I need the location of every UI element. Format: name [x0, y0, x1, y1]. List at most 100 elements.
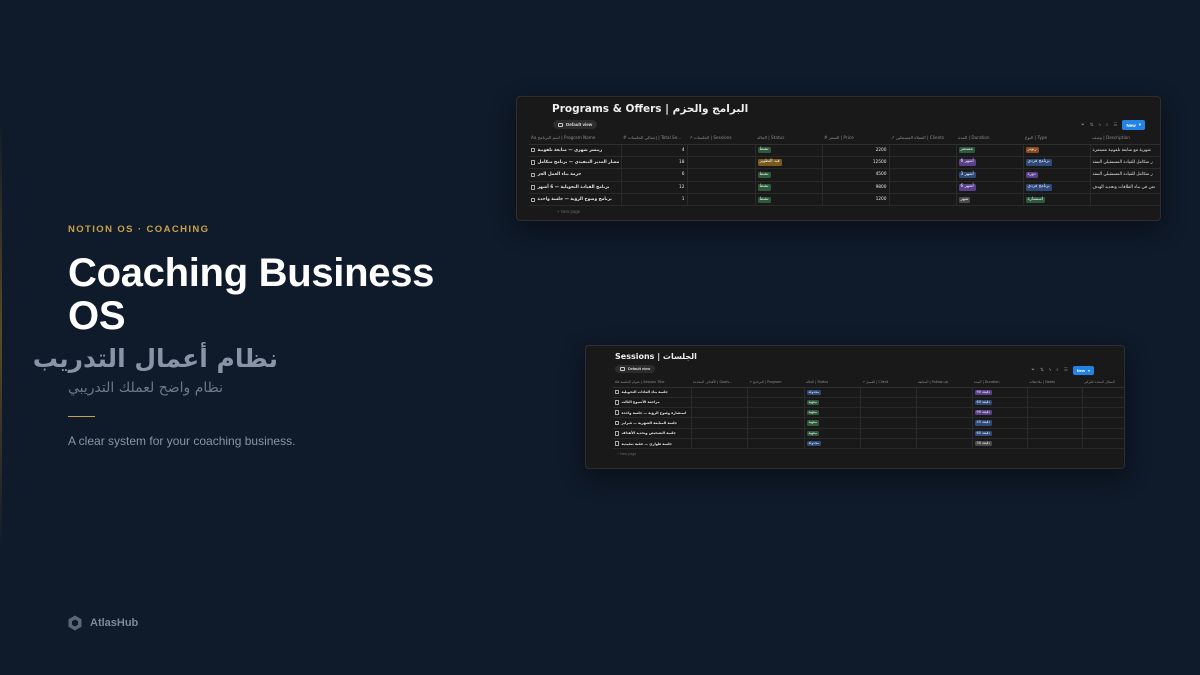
status-cell[interactable]: منتهية: [803, 428, 860, 439]
clients-relation-cell[interactable]: [888, 193, 956, 207]
title-cell[interactable]: زيتشر شهري — متابعة تلفونية: [529, 144, 621, 157]
sort-icon[interactable]: ⇅: [1040, 368, 1044, 373]
column-header[interactable]: ↗ العملاء المسجلين | Clients: [889, 132, 956, 145]
new-button[interactable]: New ▾: [1072, 366, 1094, 375]
title-cell[interactable]: جلسة المتابعة الشهرية — فبراير: [613, 417, 691, 429]
sessions-relation-cell[interactable]: [686, 193, 755, 207]
settings-icon[interactable]: ☰: [1064, 368, 1068, 373]
new-page-button[interactable]: + New page: [557, 209, 580, 214]
price-cell[interactable]: 9800: [821, 181, 889, 195]
column-header[interactable]: ملاحظات | Notes: [1027, 377, 1082, 388]
default-view-tab[interactable]: Default view: [553, 120, 598, 129]
column-header[interactable]: الحالة | Status: [804, 377, 860, 388]
focus-area-cell[interactable]: [1081, 407, 1124, 419]
title-cell[interactable]: استشارة وضوح الرؤية — جلسة واحدة: [613, 407, 691, 419]
column-header[interactable]: وصف | Description: [1090, 132, 1160, 145]
table-row[interactable]: جلسة بناء العادات التحويلية مجدولة دقيقة 9…: [613, 387, 1124, 398]
type-cell[interactable]: زبونر: [1022, 144, 1090, 157]
new-page-button[interactable]: + New page: [617, 452, 636, 456]
notes-cell[interactable]: [1026, 407, 1082, 419]
goals-cell[interactable]: [690, 387, 747, 398]
client-relation-cell[interactable]: [859, 417, 916, 429]
goals-cell[interactable]: [690, 407, 747, 419]
sessions-relation-cell[interactable]: [686, 181, 755, 195]
type-cell[interactable]: برنامج فردي: [1022, 181, 1090, 195]
title-cell[interactable]: مراجعة الأسبوع الثالث: [613, 397, 691, 409]
focus-area-cell[interactable]: [1081, 438, 1124, 450]
description-cell[interactable]: تعن في بناء الطاقات وتحديد الهدف: [1089, 181, 1160, 195]
duration-cell[interactable]: شهر: [955, 193, 1023, 207]
table-row[interactable]: جلسة طوارئ — عقبة تنفيذية مجدولة دقيقة 30: [613, 438, 1124, 450]
column-header[interactable]: Aa عنوان الجلسة | Session Title: [613, 377, 691, 388]
title-cell[interactable]: حزمة بناء العمل الحر: [529, 168, 621, 182]
duration-cell[interactable]: أشهر 6: [955, 181, 1023, 195]
notes-cell[interactable]: [1026, 428, 1082, 439]
table-row[interactable]: مسار المدير التنفيذي — برنامج متكامل 18 قي…: [529, 156, 1160, 170]
filter-icon[interactable]: ⏷: [1081, 122, 1085, 128]
column-header[interactable]: المدة | Duration: [956, 132, 1023, 145]
type-cell[interactable]: برنامج فردي: [1022, 156, 1090, 170]
price-cell[interactable]: 4500: [821, 168, 889, 182]
column-header[interactable]: النوع | Type: [1023, 132, 1090, 145]
program-relation-cell[interactable]: [746, 387, 804, 398]
column-header[interactable]: الأهداف المحددة | Goals...: [691, 377, 747, 388]
column-header[interactable]: المجال المحدد للتركيز: [1082, 377, 1124, 388]
sessions-relation-cell[interactable]: [686, 144, 755, 157]
clients-relation-cell[interactable]: [888, 156, 956, 170]
focus-area-cell[interactable]: [1081, 387, 1124, 398]
goals-cell[interactable]: [690, 428, 747, 439]
status-cell[interactable]: نشط: [754, 168, 822, 182]
clients-relation-cell[interactable]: [888, 181, 956, 195]
goals-cell[interactable]: [690, 438, 747, 450]
notes-cell[interactable]: [1026, 438, 1082, 450]
status-cell[interactable]: نشط: [754, 144, 822, 157]
focus-area-cell[interactable]: [1081, 428, 1124, 439]
column-header[interactable]: Aa اسم البرنامج | Program Name: [529, 132, 621, 145]
title-cell[interactable]: برنامج وضوح الرؤية — جلسة واحدة: [529, 193, 621, 207]
default-view-tab[interactable]: Default view: [615, 365, 656, 373]
follow-up-cell[interactable]: [915, 417, 972, 429]
duration-cell[interactable]: دقيقة 90: [971, 407, 1027, 419]
sort-icon[interactable]: ⇅: [1090, 122, 1094, 128]
duration-cell[interactable]: أشهر 6: [955, 156, 1023, 170]
client-relation-cell[interactable]: [859, 397, 916, 409]
status-cell[interactable]: منتهية: [803, 417, 860, 429]
column-header[interactable]: المدة | Duration: [972, 377, 1027, 388]
status-cell[interactable]: مجدولة: [803, 438, 860, 450]
follow-up-cell[interactable]: [915, 397, 972, 409]
description-cell[interactable]: [1089, 193, 1160, 207]
sessions-relation-cell[interactable]: [686, 168, 755, 182]
follow-up-cell[interactable]: [915, 428, 972, 439]
notes-cell[interactable]: [1026, 397, 1082, 409]
column-header[interactable]: ↗ البرنامج | Program: [747, 377, 804, 388]
table-row[interactable]: جلسة التشخيص وتحديد الأهداف منتهية دقيقة 6…: [613, 428, 1124, 439]
new-button[interactable]: New ▾: [1122, 120, 1145, 130]
column-header[interactable]: الحالة | Status: [755, 132, 822, 145]
search-icon[interactable]: ⌕: [1056, 368, 1059, 373]
client-relation-cell[interactable]: [859, 407, 916, 419]
clients-relation-cell[interactable]: [888, 144, 956, 157]
notes-cell[interactable]: [1026, 387, 1082, 398]
status-cell[interactable]: مجدولة: [803, 387, 860, 398]
price-cell[interactable]: 12500: [821, 156, 889, 170]
goals-cell[interactable]: [690, 397, 747, 409]
clients-relation-cell[interactable]: [888, 168, 956, 182]
title-cell[interactable]: جلسة طوارئ — عقبة تنفيذية: [613, 438, 691, 450]
total-sessions-cell[interactable]: 1: [620, 193, 687, 207]
column-header[interactable]: ↗ الجلسات | Sessions: [687, 132, 755, 145]
duration-cell[interactable]: دقيقة 45: [971, 417, 1027, 429]
notes-cell[interactable]: [1026, 417, 1082, 429]
program-relation-cell[interactable]: [746, 407, 804, 419]
status-cell[interactable]: منتهية: [803, 397, 860, 409]
focus-area-cell[interactable]: [1081, 397, 1124, 409]
status-cell[interactable]: قيد التطوير: [754, 156, 822, 170]
sessions-relation-cell[interactable]: [686, 156, 755, 170]
table-row[interactable]: زيتشر شهري — متابعة تلفونية 4 نشط 2200 مستمر…: [529, 144, 1160, 157]
title-cell[interactable]: برنامج القيادة التحويلية — 6 أشهر: [529, 181, 621, 195]
column-header[interactable]: ↗ العميل | Client: [860, 377, 916, 388]
client-relation-cell[interactable]: [859, 387, 916, 398]
program-relation-cell[interactable]: [746, 428, 804, 439]
table-row[interactable]: برنامج وضوح الرؤية — جلسة واحدة 1 نشط 1200 ش…: [529, 193, 1160, 207]
description-cell[interactable]: ر متكامل للقيادة المستقبلي التنفذ: [1089, 168, 1160, 182]
goals-cell[interactable]: [690, 417, 747, 429]
